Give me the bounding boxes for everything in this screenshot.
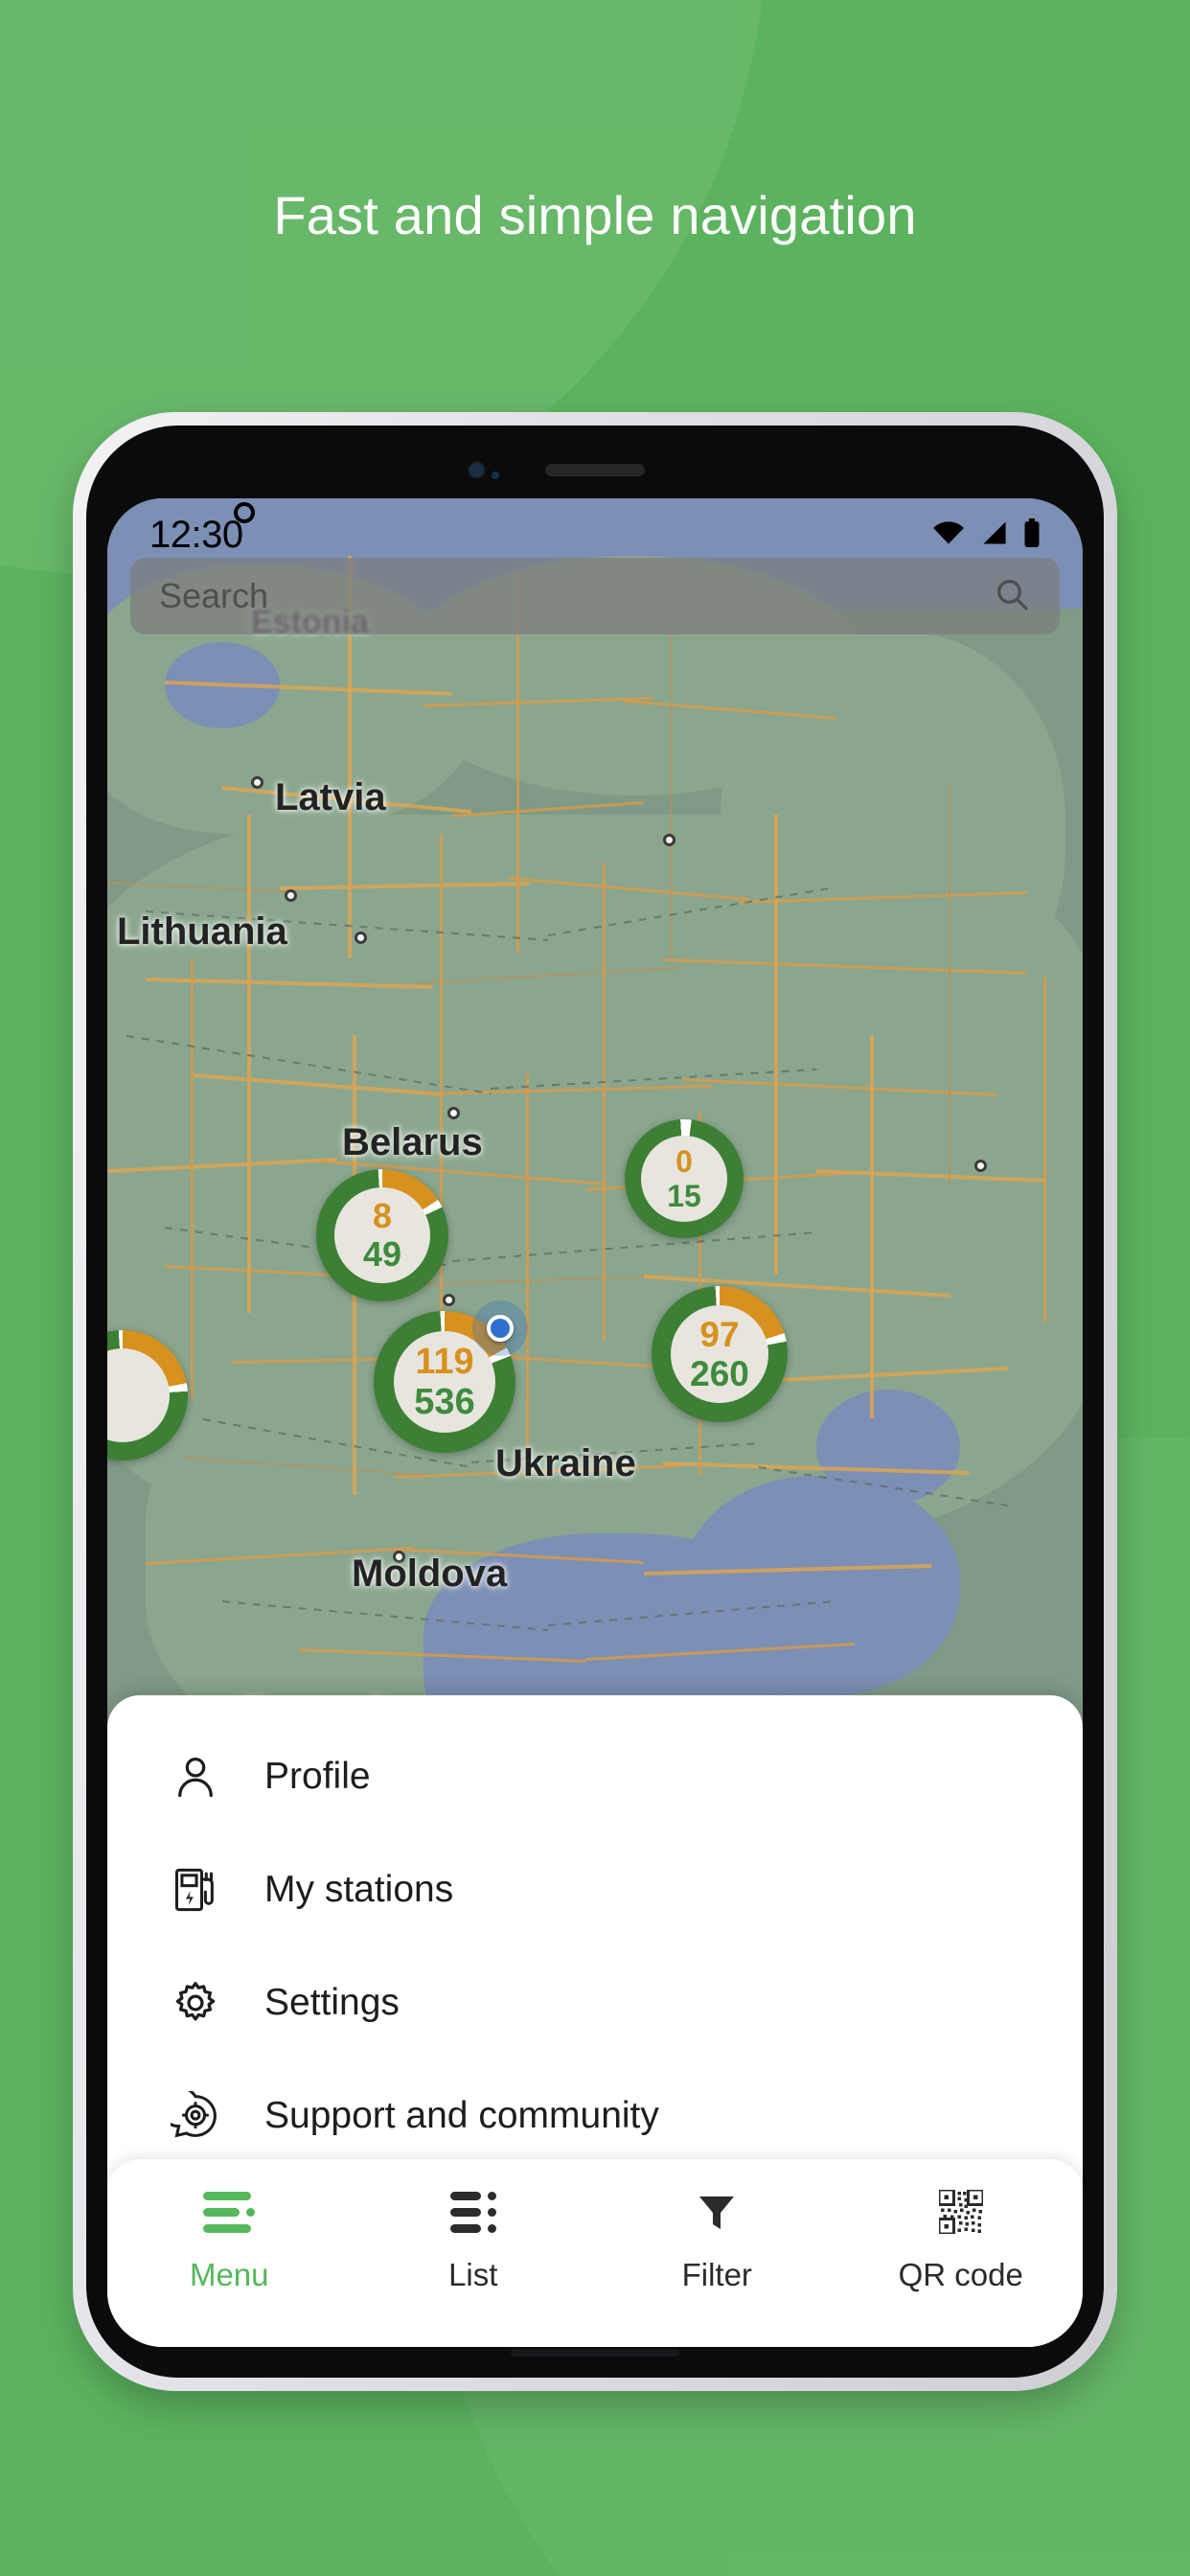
gear-icon (169, 1976, 222, 2030)
filter-funnel-icon (694, 2186, 740, 2238)
map-label-ukraine: Ukraine (495, 1442, 636, 1484)
cluster-count-pending: 97 (699, 1315, 740, 1354)
hamburger-menu-icon (203, 2186, 256, 2238)
nav-item-list[interactable]: List (352, 2186, 596, 2293)
map-label-belarus: Belarus (342, 1121, 483, 1163)
cluster-count-available: 49 (362, 1234, 402, 1274)
road-segment (671, 594, 673, 958)
menu-item-settings[interactable]: Settings (107, 1946, 1083, 2059)
city-dot (663, 834, 675, 846)
menu-item-label: My stations (264, 1869, 454, 1910)
road-segment (191, 958, 194, 1399)
road-segment (1043, 978, 1046, 1322)
front-camera-icon (470, 464, 483, 476)
city-dot (285, 889, 297, 902)
cluster-count-available: 536 (414, 1382, 475, 1422)
city-dot (974, 1160, 987, 1172)
cluster-belarus[interactable]: 8 49 (316, 1169, 448, 1301)
map-label-moldova: Moldova (352, 1552, 508, 1595)
menu-item-support-and-community[interactable]: Support and community (107, 2059, 1083, 2173)
map-label-latvia: Latvia (275, 776, 386, 818)
qr-code-icon (938, 2186, 983, 2238)
search-icon[interactable] (993, 575, 1031, 618)
notification-dot-icon (233, 501, 255, 523)
city-dot (443, 1294, 455, 1306)
sensor-icon (492, 472, 499, 479)
cluster-inner: 8 49 (334, 1187, 430, 1283)
status-bar-clock: 12:30 (149, 513, 243, 556)
search-input[interactable]: Search (159, 576, 993, 616)
cluster-russia[interactable]: 0 15 (625, 1119, 744, 1238)
bottom-navigation-bar[interactable]: Menu List Filter QR code (107, 2159, 1083, 2347)
list-icon (449, 2186, 496, 2238)
page-title: Fast and simple navigation (273, 185, 917, 245)
menu-list[interactable]: Profile My stations Settings Support and co… (107, 1720, 1083, 2173)
cluster-east[interactable]: 97 260 (652, 1286, 788, 1422)
home-indicator (511, 2349, 679, 2357)
nav-label-filter: Filter (681, 2257, 752, 2292)
menu-item-profile[interactable]: Profile (107, 1720, 1083, 1833)
road-segment (870, 1035, 874, 1418)
nav-item-qr-code[interactable]: QR code (839, 2186, 1084, 2293)
cluster-count-pending: 8 (372, 1196, 393, 1235)
menu-item-label: Profile (264, 1756, 371, 1797)
cellular-signal-icon (979, 520, 1010, 550)
nav-item-menu[interactable]: Menu (107, 2186, 352, 2293)
road-segment (440, 834, 443, 1370)
city-dot (355, 932, 367, 944)
phone-body: EstoniaLatviaLithuaniaBelarusUkraineMold… (86, 426, 1104, 2378)
cluster-inner: 97 260 (671, 1305, 768, 1403)
road-segment (949, 786, 950, 1188)
person-icon (169, 1750, 222, 1804)
cluster-inner (107, 1348, 170, 1442)
earpiece-speaker (545, 464, 645, 476)
phone-mockup: EstoniaLatviaLithuaniaBelarusUkraineMold… (73, 412, 1117, 2391)
charging-station-icon (169, 1863, 222, 1917)
wifi-icon (931, 520, 966, 550)
cluster-count-pending: 0 (675, 1144, 693, 1179)
nav-item-filter[interactable]: Filter (595, 2186, 839, 2293)
battery-icon (1023, 518, 1041, 552)
cluster-inner: 0 15 (641, 1136, 727, 1222)
nav-label-menu: Menu (189, 2257, 269, 2292)
road-segment (526, 1073, 529, 1476)
phone-screen: EstoniaLatviaLithuaniaBelarusUkraineMold… (107, 498, 1083, 2347)
map-label-lithuania: Lithuania (117, 910, 287, 953)
menu-item-my-stations[interactable]: My stations (107, 1833, 1083, 1946)
chat-support-icon (169, 2089, 222, 2143)
cluster-count-available: 260 (690, 1354, 749, 1393)
cluster-count-pending: 119 (415, 1342, 474, 1382)
nav-label-list: List (448, 2257, 498, 2292)
user-location-dot (487, 1315, 514, 1342)
water-body (682, 1476, 960, 1696)
city-dot (447, 1107, 460, 1119)
cluster-count-available: 15 (667, 1179, 701, 1213)
menu-item-label: Settings (264, 1982, 400, 2023)
road-segment (603, 862, 606, 1342)
city-dot (251, 776, 263, 789)
nav-label-qr-code: QR code (898, 2257, 1023, 2292)
menu-item-label: Support and community (264, 2095, 659, 2136)
search-bar[interactable]: Search (130, 558, 1060, 634)
road-segment (774, 815, 778, 1275)
